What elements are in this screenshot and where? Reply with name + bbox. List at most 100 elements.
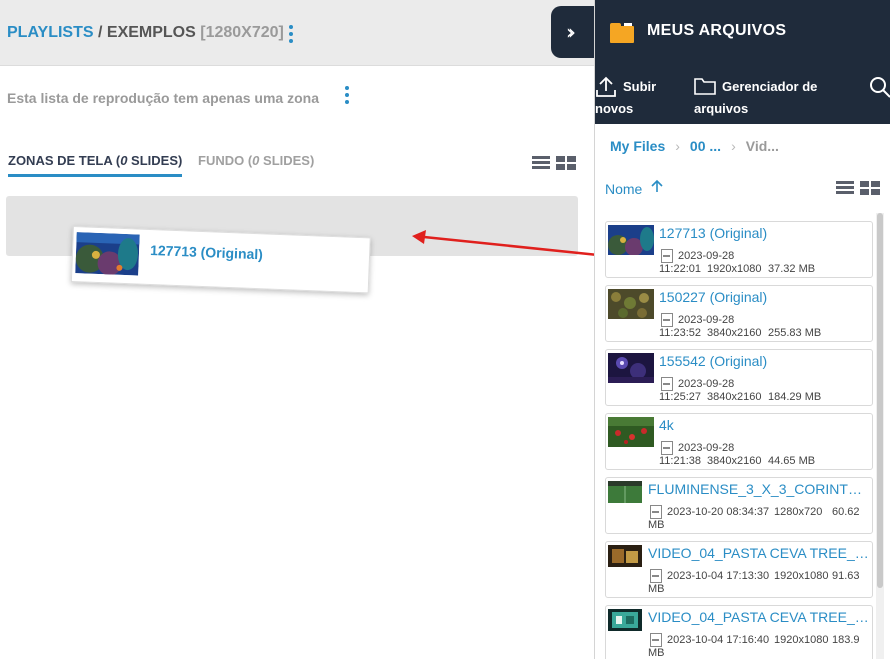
file-name: VIDEO_04_PASTA CEVA TREE_Alt... xyxy=(648,609,870,625)
playlist-menu-kebab-icon[interactable] xyxy=(286,25,296,43)
film-icon xyxy=(650,569,662,583)
grid-view-icon[interactable] xyxy=(860,181,880,195)
file-resolution: 3840x2160 xyxy=(707,391,762,403)
playlist-resolution: [1280X720] xyxy=(200,24,284,41)
file-panel: MEUS ARQUIVOS Subir novos Gerenciador de… xyxy=(594,0,890,659)
list-view-icon[interactable] xyxy=(532,156,550,169)
sort-label: Nome xyxy=(605,181,643,197)
file-resolution: 1920x1080 xyxy=(774,570,829,582)
file-size: 37.32 MB xyxy=(768,263,816,275)
file-item[interactable]: 4k 2023-09-28 11:21:38 3840x2160 44.65 M… xyxy=(605,413,873,470)
aquarium-thumbnail xyxy=(608,225,654,255)
tab-background[interactable]: FUNDO (0 SLIDES) xyxy=(198,153,314,174)
file-panel-header: MEUS ARQUIVOS xyxy=(595,0,890,66)
file-size: 184.29 MB xyxy=(768,391,822,403)
file-resolution: 1280x720 xyxy=(774,506,823,518)
leaves-thumbnail xyxy=(608,289,654,319)
breadcrumb-chevron-icon: › xyxy=(675,138,680,154)
file-date: 2023-09-28 xyxy=(678,314,735,326)
breadcrumb-folder[interactable]: 00 ... xyxy=(690,138,721,154)
sort-arrow-up-icon xyxy=(651,179,663,192)
film-icon xyxy=(650,633,662,647)
dragged-media-label: 127713 (Original) xyxy=(149,241,264,263)
file-breadcrumb: My Files › 00 ... › Vid... xyxy=(610,138,779,154)
file-time: 11:21:38 xyxy=(659,455,702,467)
file-date: 2023-09-28 xyxy=(678,442,735,454)
list-view-icon[interactable] xyxy=(836,181,854,194)
breadcrumb: PLAYLISTS / EXEMPLOS [1280X720] xyxy=(7,24,284,42)
file-time: 11:23:52 xyxy=(659,327,702,339)
grid-view-icon[interactable] xyxy=(556,156,576,170)
playlist-header: PLAYLISTS / EXEMPLOS [1280X720] xyxy=(0,0,594,66)
file-resolution: 1920x1080 xyxy=(774,634,829,646)
file-size: 44.65 MB xyxy=(768,455,816,467)
manager-label-line1: Gerenciador de xyxy=(722,79,818,94)
file-name: 4k xyxy=(659,417,674,433)
search-icon[interactable] xyxy=(869,76,890,98)
aquarium-thumbnail xyxy=(75,232,140,276)
file-datetime: 2023-10-04 17:13:30 xyxy=(667,570,770,582)
collapse-panel-button[interactable]: ›› xyxy=(551,6,599,58)
zone-info-text: Esta lista de reprodução tem apenas uma … xyxy=(7,90,319,106)
file-date: 2023-09-28 xyxy=(678,250,735,262)
file-name: FLUMINENSE_3_X_3_CORINTHIA... xyxy=(648,481,870,497)
expand-chevrons-icon: ›› xyxy=(566,20,576,44)
manager-label-line2: arquivos xyxy=(694,101,749,116)
file-datetime: 2023-10-04 17:16:40 xyxy=(667,634,770,646)
file-size-unit: MB xyxy=(648,647,665,659)
film-icon xyxy=(661,377,673,391)
file-item[interactable]: 127713 (Original) 2023-09-28 11:22:01 19… xyxy=(605,221,873,278)
film-icon xyxy=(661,313,673,327)
folder-icon xyxy=(610,23,634,43)
file-name: 127713 (Original) xyxy=(659,225,768,241)
file-size: 60.62 xyxy=(832,506,860,518)
file-item[interactable]: 155542 (Original) 2023-09-28 11:25:27 38… xyxy=(605,349,873,406)
file-resolution: 1920x1080 xyxy=(707,263,762,275)
file-panel-toolbar: Subir novos Gerenciador de arquivos xyxy=(595,66,890,124)
zone-menu-kebab-icon[interactable] xyxy=(342,86,352,104)
soccer-field-thumbnail xyxy=(608,481,642,503)
flowers-thumbnail xyxy=(608,417,654,447)
file-name: VIDEO_04_PASTA CEVA TREE_Alt... xyxy=(648,545,870,561)
file-list-scrollbar[interactable] xyxy=(877,213,883,588)
upload-icon xyxy=(596,76,616,97)
file-item[interactable]: 150227 (Original) 2023-09-28 11:23:52 38… xyxy=(605,285,873,342)
file-item[interactable]: VIDEO_04_PASTA CEVA TREE_Alt... 2023-10-… xyxy=(605,541,873,598)
tab-background-label: FUNDO ( xyxy=(198,153,253,168)
upload-label-line1: Subir xyxy=(623,79,657,94)
breadcrumb-playlists-link[interactable]: PLAYLISTS xyxy=(7,24,94,41)
breadcrumb-current[interactable]: Vid... xyxy=(746,138,779,154)
file-resolution: 3840x2160 xyxy=(707,455,762,467)
film-icon xyxy=(661,441,673,455)
file-size-unit: MB xyxy=(648,583,665,595)
file-name: 150227 (Original) xyxy=(659,289,768,305)
dragged-media-card[interactable]: 127713 (Original) xyxy=(70,226,371,294)
breadcrumb-chevron-icon: › xyxy=(731,138,736,154)
file-resolution: 3840x2160 xyxy=(707,327,762,339)
folder-outline-icon xyxy=(694,78,716,95)
upload-label-line2: novos xyxy=(595,101,634,116)
video-thumbnail xyxy=(608,609,642,631)
night-scene-thumbnail xyxy=(608,353,654,383)
file-size-unit: MB xyxy=(648,519,665,531)
film-icon xyxy=(661,249,673,263)
file-panel-title: MEUS ARQUIVOS xyxy=(647,22,787,39)
file-time: 11:22:01 xyxy=(659,263,702,275)
tab-screen-zones[interactable]: ZONAS DE TELA (0 SLIDES) xyxy=(8,153,183,177)
zone-tabs: ZONAS DE TELA (0 SLIDES) FUNDO (0 SLIDES… xyxy=(8,153,578,177)
tab-screen-zones-label: ZONAS DE TELA ( xyxy=(8,153,121,168)
breadcrumb-my-files[interactable]: My Files xyxy=(610,138,665,154)
file-item[interactable]: FLUMINENSE_3_X_3_CORINTHIA... 2023-10-20… xyxy=(605,477,873,534)
tab-screen-zones-suffix: SLIDES) xyxy=(127,153,183,168)
breadcrumb-separator: / xyxy=(93,24,107,41)
tab-background-suffix: SLIDES) xyxy=(259,153,315,168)
file-item[interactable]: VIDEO_04_PASTA CEVA TREE_Alt... 2023-10-… xyxy=(605,605,873,659)
file-time: 11:25:27 xyxy=(659,391,702,403)
file-size: 91.63 xyxy=(832,570,860,582)
file-size: 255.83 MB xyxy=(768,327,822,339)
film-icon xyxy=(650,505,662,519)
video-thumbnail xyxy=(608,545,642,567)
sort-by-name-button[interactable]: Nome xyxy=(605,179,663,197)
file-name: 155542 (Original) xyxy=(659,353,768,369)
file-datetime: 2023-10-20 08:34:37 xyxy=(667,506,770,518)
